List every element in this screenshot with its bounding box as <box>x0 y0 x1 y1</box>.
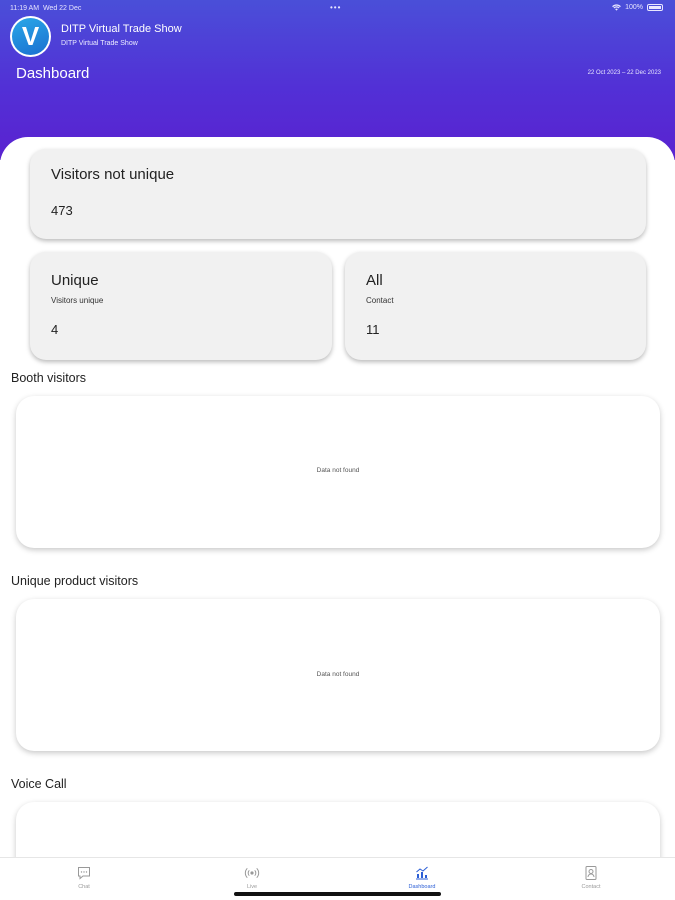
status-date-text: Wed 22 Dec <box>42 5 82 12</box>
logo-v-mark: V <box>12 18 49 55</box>
tab-chat[interactable]: Chat <box>0 858 168 900</box>
wifi-icon <box>612 4 621 11</box>
unique-product-visitors-label: Unique product visitors <box>11 574 139 588</box>
contact-icon <box>585 866 597 880</box>
chat-icon <box>78 867 90 880</box>
live-icon <box>244 867 260 879</box>
booth-visitors-empty-message: Data not found <box>316 467 360 474</box>
app-header: 11:19 AM Wed 22 Dec ••• 100% V DITP Virt… <box>0 0 675 160</box>
all-subtitle: Contact <box>366 296 394 305</box>
battery-icon <box>647 4 663 11</box>
all-value: 11 <box>366 322 380 337</box>
visitors-not-unique-title: Visitors not unique <box>51 166 175 183</box>
all-title: All <box>366 272 383 289</box>
all-card: All Contact 11 <box>345 252 646 360</box>
booth-visitors-chart-card: Data not found <box>16 396 660 548</box>
home-indicator[interactable] <box>234 892 441 896</box>
unique-product-visitors-chart-card: Data not found <box>16 599 660 751</box>
tab-dashboard-label: Dashboard <box>408 884 436 890</box>
app-title: DITP Virtual Trade Show <box>61 23 182 35</box>
dashboard-icon <box>416 866 428 880</box>
status-right: 100% <box>612 4 663 11</box>
tab-live-label: Live <box>246 884 258 890</box>
visitors-not-unique-value: 473 <box>51 203 73 218</box>
tab-chat-label: Chat <box>78 884 90 890</box>
booth-visitors-label: Booth visitors <box>11 371 87 385</box>
app-logo: V <box>10 16 51 57</box>
battery-percent: 100% <box>625 4 643 11</box>
page-title: Dashboard <box>16 65 90 82</box>
voice-call-label: Voice Call <box>11 777 67 791</box>
status-bar: 11:19 AM Wed 22 Dec ••• 100% <box>0 0 675 18</box>
tab-contact-label: Contact <box>581 884 601 890</box>
status-time-text: 11:19 AM <box>10 5 40 12</box>
multitask-dots-icon[interactable]: ••• <box>330 3 341 12</box>
unique-product-visitors-empty-message: Data not found <box>316 671 360 678</box>
date-range[interactable]: 22 Oct 2023 – 22 Dec 2023 <box>588 70 661 76</box>
visitors-not-unique-card: Visitors not unique 473 <box>30 149 646 239</box>
tab-contact[interactable]: Contact <box>507 858 675 900</box>
voice-call-chart-card <box>16 802 660 857</box>
unique-card: Unique Visitors unique 4 <box>30 252 332 360</box>
unique-title: Unique <box>51 272 99 289</box>
unique-value: 4 <box>51 322 59 337</box>
unique-subtitle: Visitors unique <box>51 296 104 305</box>
app-subtitle: DITP Virtual Trade Show <box>61 40 138 47</box>
status-time: 11:19 AM Wed 22 Dec <box>10 5 81 12</box>
dashboard-content[interactable]: Visitors not unique 473 Unique Visitors … <box>0 137 675 857</box>
